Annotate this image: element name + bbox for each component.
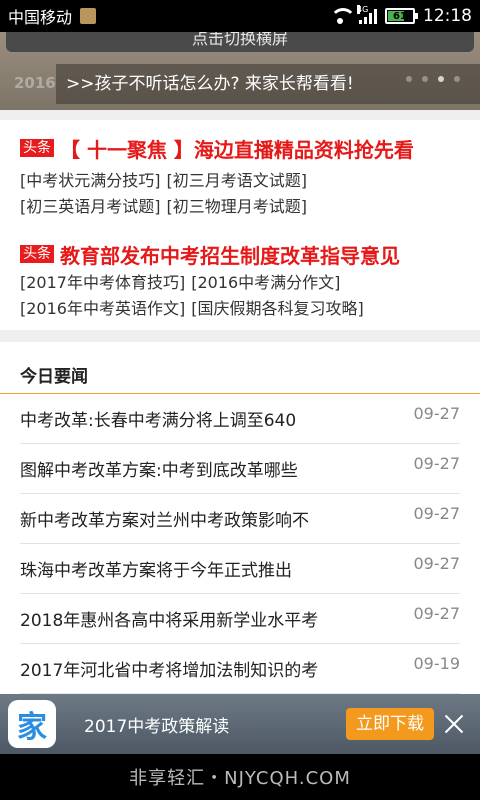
banner-ticker[interactable]: >>孩子不听话怎么办? 来家长帮看看!	[56, 64, 480, 104]
system-nav-bar: 非享轻汇・NJYCQH.COM	[0, 754, 480, 800]
news-date: 09-27	[413, 554, 461, 573]
ad-text[interactable]: 2017中考政策解读	[84, 712, 229, 737]
divider	[0, 110, 480, 120]
pager-dot-active	[438, 76, 444, 82]
news-item[interactable]: 2017年河北省中考将增加法制知识的考 09-19	[20, 644, 460, 694]
banner-background-text: 2016	[14, 74, 56, 92]
news-item[interactable]: 新中考改革方案对兰州中考政策影响不 09-27	[20, 494, 460, 544]
headline-tag: 头条	[20, 139, 54, 157]
news-date: 09-27	[413, 604, 461, 623]
pager-dot	[454, 76, 460, 82]
headline-tag: 头条	[20, 245, 54, 263]
status-bar: 中国移动 4G 61 12:18	[0, 0, 480, 32]
close-icon[interactable]	[442, 712, 466, 736]
news-item[interactable]: 图解中考改革方案:中考到底改革哪些 09-27	[20, 444, 460, 494]
battery-level: 61	[393, 10, 407, 22]
news-list: 中考改革:长春中考满分将上调至640 09-27 图解中考改革方案:中考到底改革…	[20, 394, 460, 694]
news-title[interactable]: 珠海中考改革方案将于今年正式推出	[20, 556, 292, 581]
battery-icon: 61	[385, 8, 418, 24]
watermark: 非享轻汇・NJYCQH.COM	[129, 768, 351, 789]
headline-link[interactable]: [2017年中考体育技巧]	[20, 273, 185, 292]
top-banner[interactable]: 点击切换横屏 2016 >>孩子不听话怎么办? 来家长帮看看!	[0, 32, 480, 110]
news-title[interactable]: 2017年河北省中考将增加法制知识的考	[20, 656, 318, 681]
divider	[0, 330, 480, 342]
headline-block: 头条 【 十一聚焦 】海边直播精品资料抢先看 [中考状元满分技巧] [初三月考语文…	[20, 134, 470, 220]
headline-block: 头条 教育部发布中考招生制度改革指导意见 [2017年中考体育技巧] [2016中…	[20, 240, 470, 322]
pager-dot	[406, 76, 412, 82]
headline-link[interactable]: [中考状元满分技巧]	[20, 171, 161, 190]
app-download-banner[interactable]: 家 2017中考政策解读 立即下载	[0, 694, 480, 754]
news-title[interactable]: 中考改革:长春中考满分将上调至640	[20, 406, 296, 431]
clock: 12:18	[423, 6, 472, 26]
app-logo-icon[interactable]: 家	[8, 700, 56, 748]
headline-link[interactable]: [2016年中考英语作文]	[20, 299, 185, 318]
banner-pager-dots	[406, 76, 460, 82]
headline-link[interactable]: [初三月考语文试题]	[167, 171, 308, 190]
news-title[interactable]: 图解中考改革方案:中考到底改革哪些	[20, 456, 298, 481]
headline-link[interactable]: [国庆假期各科复习攻略]	[191, 299, 364, 318]
headline-title[interactable]: 【 十一聚焦 】海边直播精品资料抢先看	[60, 134, 414, 163]
switch-landscape-button[interactable]: 点击切换横屏	[6, 32, 474, 52]
news-title[interactable]: 新中考改革方案对兰州中考政策影响不	[20, 506, 309, 531]
news-title[interactable]: 2018年惠州各高中将采用新学业水平考	[20, 606, 318, 631]
headline-link[interactable]: [初三物理月考试题]	[167, 197, 308, 216]
news-date: 09-27	[413, 454, 461, 473]
carrier-name: 中国移动	[8, 8, 73, 27]
headline-link[interactable]: [2016中考满分作文]	[191, 273, 340, 292]
network-type-label: 4G	[357, 5, 369, 14]
pager-dot	[422, 76, 428, 82]
news-item[interactable]: 珠海中考改革方案将于今年正式推出 09-27	[20, 544, 460, 594]
sim-card-icon	[80, 8, 97, 24]
section-title: 今日要闻	[20, 367, 88, 387]
cell-signal-icon: 4G	[357, 5, 377, 24]
headline-link[interactable]: [初三英语月考试题]	[20, 197, 161, 216]
news-item[interactable]: 2018年惠州各高中将采用新学业水平考 09-27	[20, 594, 460, 644]
headline-title[interactable]: 教育部发布中考招生制度改革指导意见	[60, 240, 400, 269]
news-date: 09-27	[413, 504, 461, 523]
news-date: 09-27	[413, 404, 461, 423]
news-item[interactable]: 中考改革:长春中考满分将上调至640 09-27	[20, 394, 460, 444]
wifi-icon	[329, 8, 356, 24]
download-now-button[interactable]: 立即下载	[346, 708, 434, 740]
news-date: 09-19	[413, 654, 461, 673]
